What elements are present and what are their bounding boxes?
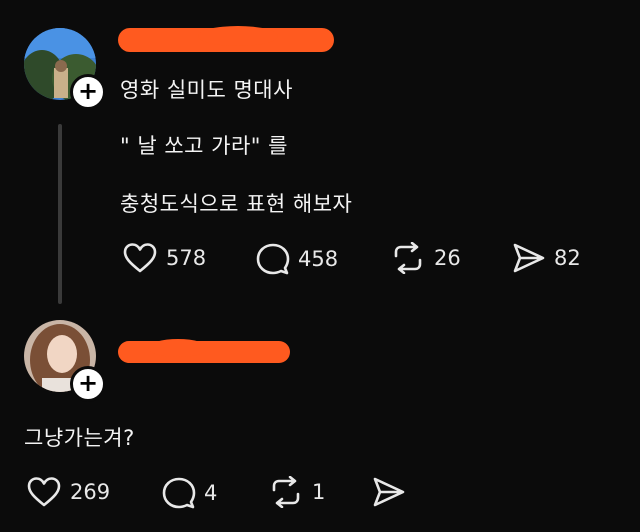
- heart-icon: [123, 243, 157, 273]
- share-count: 82: [554, 246, 581, 270]
- reply-reply-button[interactable]: 4: [162, 476, 217, 510]
- heart-icon: [27, 477, 61, 507]
- share-button[interactable]: 82: [512, 242, 581, 274]
- reply-repost-button[interactable]: 1: [268, 476, 325, 508]
- share-icon: [513, 243, 545, 273]
- repost-button[interactable]: 26: [390, 242, 461, 274]
- post-line-1: 영화 실미도 명대사: [120, 78, 293, 102]
- thread-line: [58, 124, 62, 304]
- replier-name-redaction: [118, 336, 290, 368]
- like-button[interactable]: 578: [122, 242, 206, 274]
- reply-share-button[interactable]: [372, 476, 406, 508]
- post-line-2: " 날 쏘고 가라" 를: [120, 134, 288, 158]
- comment-icon: [162, 477, 196, 509]
- repost-icon: [394, 242, 422, 274]
- author-name-redaction: [118, 24, 334, 56]
- plus-icon: +: [77, 369, 99, 397]
- follow-replier-button[interactable]: +: [70, 366, 106, 402]
- post-line-3: 충청도식으로 표현 해보자: [120, 192, 353, 216]
- plus-icon: +: [77, 77, 99, 105]
- like-count: 578: [166, 246, 207, 270]
- reply-like-button[interactable]: 269: [26, 476, 110, 508]
- repost-count: 26: [434, 246, 461, 270]
- reply-like-count: 269: [70, 480, 111, 504]
- reply-text: 그냥가는겨?: [24, 426, 135, 450]
- follow-author-button[interactable]: +: [70, 74, 106, 110]
- reply-button[interactable]: 458: [256, 242, 338, 276]
- reply-count: 458: [298, 247, 339, 271]
- reply-repost-count: 1: [312, 480, 326, 504]
- comment-icon: [256, 243, 290, 275]
- reply-reply-count: 4: [204, 481, 218, 505]
- share-icon: [373, 477, 405, 507]
- repost-icon: [272, 476, 300, 508]
